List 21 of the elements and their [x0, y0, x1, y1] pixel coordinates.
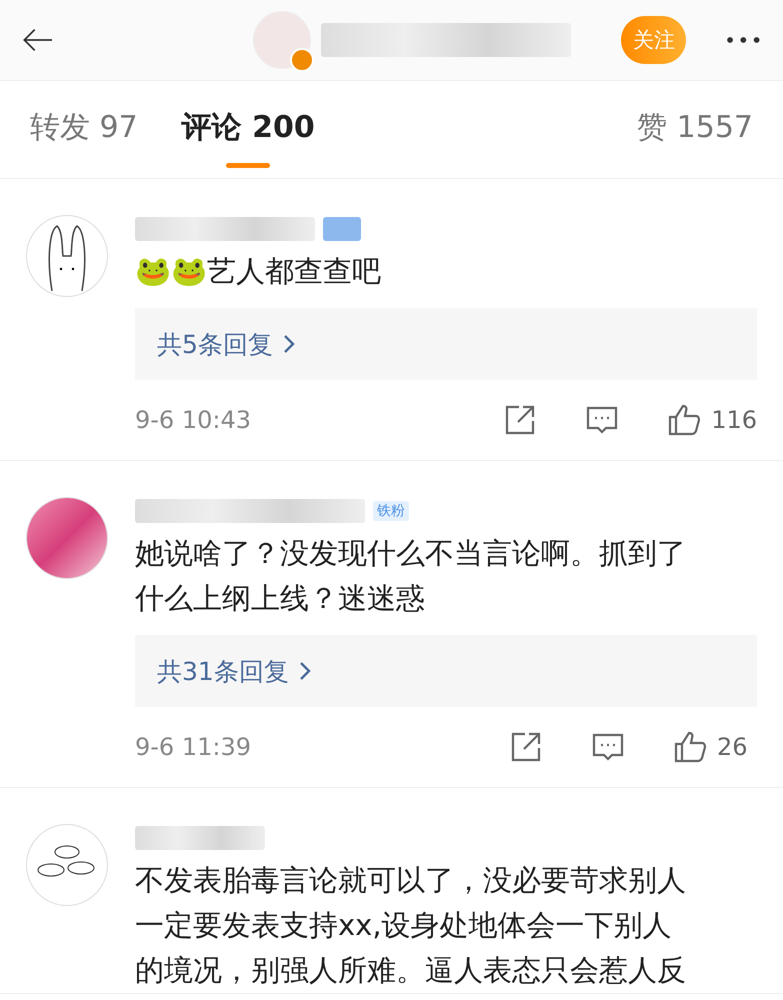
- tab[interactable]: 转发 97: [30, 90, 138, 170]
- comment-time: 9-6 10:43: [135, 406, 252, 434]
- comment-text: 不发表胎毒言论就可以了，没必要苛求别人 一定要发表支持xx,设身处地体会一下别人 的境况，别强人所难。逼人表态只会惹人反: [135, 862, 687, 989]
- replies-link[interactable]: 共31条回复: [135, 635, 757, 707]
- chevron-right-icon: [298, 661, 311, 681]
- tab[interactable]: 赞 1557: [637, 90, 753, 170]
- chevron-right-icon: [282, 334, 295, 354]
- comment-text: 她说啥了？没发现什么不当言论啊。抓到了 什么上纲上线？迷迷惑: [135, 535, 687, 617]
- comment-time: 9-6 11:39: [135, 733, 252, 761]
- replies-label: 共5条回复: [157, 328, 273, 360]
- like-count: 26: [717, 733, 749, 761]
- tab[interactable]: 评论 200: [182, 90, 315, 170]
- share-icon[interactable]: [509, 730, 543, 764]
- fan-badge: 铁粉: [373, 501, 409, 521]
- like-icon[interactable]: [667, 403, 702, 437]
- replies-label: 共31条回复: [157, 656, 289, 688]
- like-count: 116: [711, 406, 757, 434]
- blurred-badge: [323, 217, 361, 241]
- comment-text: 🐸🐸艺人都查查吧: [135, 253, 382, 290]
- replies-link[interactable]: 共5条回复: [135, 308, 757, 380]
- like-icon[interactable]: [673, 730, 707, 764]
